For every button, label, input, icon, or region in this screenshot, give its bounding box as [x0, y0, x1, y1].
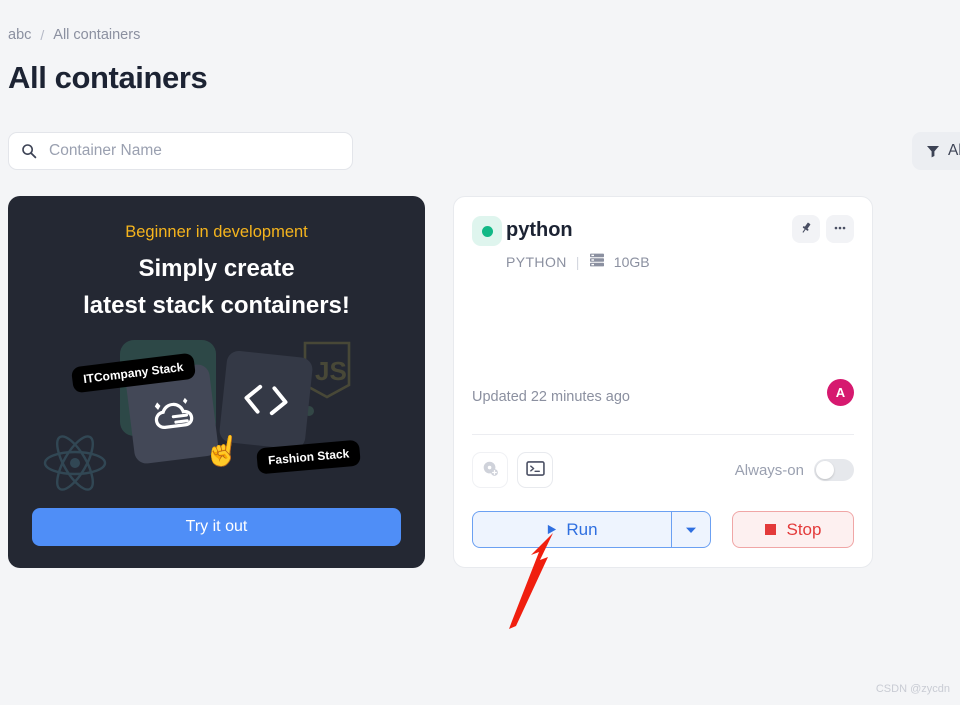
more-options-button[interactable]	[826, 215, 854, 243]
meta-separator: |	[575, 253, 580, 270]
container-type: PYTHON	[506, 253, 567, 270]
breadcrumb-item-current[interactable]: All containers	[53, 27, 140, 43]
filter-button-label: All	[948, 142, 960, 159]
filter-button[interactable]: All	[912, 132, 960, 170]
promo-headline-line2: latest stack containers!	[83, 292, 350, 320]
container-name: python	[506, 219, 573, 241]
terminal-button[interactable]	[517, 452, 553, 488]
svg-text:JS: JS	[315, 356, 347, 386]
always-on-toggle[interactable]	[814, 459, 854, 481]
react-logo-icon	[40, 428, 110, 503]
avatar[interactable]: A	[827, 379, 854, 406]
container-meta: PYTHON | 10GB	[454, 246, 872, 270]
server-stack-icon	[589, 253, 605, 270]
snapshot-button[interactable]	[472, 452, 508, 488]
promo-card: Beginner in development Simply create la…	[8, 196, 425, 568]
container-primary-actions: Run Stop	[472, 511, 854, 548]
search-input[interactable]	[47, 141, 340, 161]
stop-button-label: Stop	[786, 519, 822, 539]
run-button-label: Run	[566, 519, 598, 539]
terminal-icon	[525, 461, 545, 479]
breadcrumb-separator: /	[40, 27, 45, 43]
stop-square-icon	[764, 524, 776, 535]
always-on-label: Always-on	[734, 461, 804, 479]
try-it-out-button[interactable]: Try it out	[32, 508, 401, 546]
status-dot-running-icon	[481, 225, 493, 237]
chevron-down-icon	[685, 522, 697, 537]
search-icon	[21, 143, 37, 159]
watermark: CSDN @zycdn	[875, 683, 950, 695]
play-icon	[546, 520, 557, 540]
page-title: All containers	[8, 60, 208, 95]
more-horizontal-icon	[833, 221, 847, 238]
promo-headline-line1: Simply create	[138, 255, 295, 282]
card-divider	[472, 434, 854, 435]
container-card-header: python	[454, 197, 872, 246]
container-quick-actions: Always-on	[472, 452, 854, 488]
breadcrumb: abc / All containers	[8, 27, 140, 43]
cursor-hand-icon: ☝	[201, 432, 244, 471]
promo-illustration: JS ITCompany Stack Fashion Stack ☝	[8, 332, 425, 502]
toggle-knob	[816, 461, 834, 479]
stop-button[interactable]: Stop	[732, 511, 854, 548]
filter-funnel-icon	[926, 144, 940, 158]
promo-headline: Simply create latest stack containers!	[8, 250, 425, 324]
container-storage: 10GB	[613, 253, 650, 270]
run-dropdown-button[interactable]	[671, 511, 711, 548]
promo-eyebrow: Beginner in development	[125, 223, 308, 241]
container-card-python: python PYTHON | 10GB Updated 22 minutes …	[453, 196, 873, 568]
container-updated-text: Updated 22 minutes ago	[472, 389, 630, 405]
pin-button[interactable]	[792, 215, 820, 243]
run-split-button: Run	[472, 511, 711, 548]
status-badge	[472, 216, 502, 246]
breadcrumb-item-root[interactable]: abc	[8, 27, 31, 43]
snapshot-add-icon	[482, 460, 499, 480]
search-container-name[interactable]	[8, 132, 353, 170]
run-button[interactable]: Run	[472, 511, 671, 548]
pin-icon	[799, 221, 813, 238]
